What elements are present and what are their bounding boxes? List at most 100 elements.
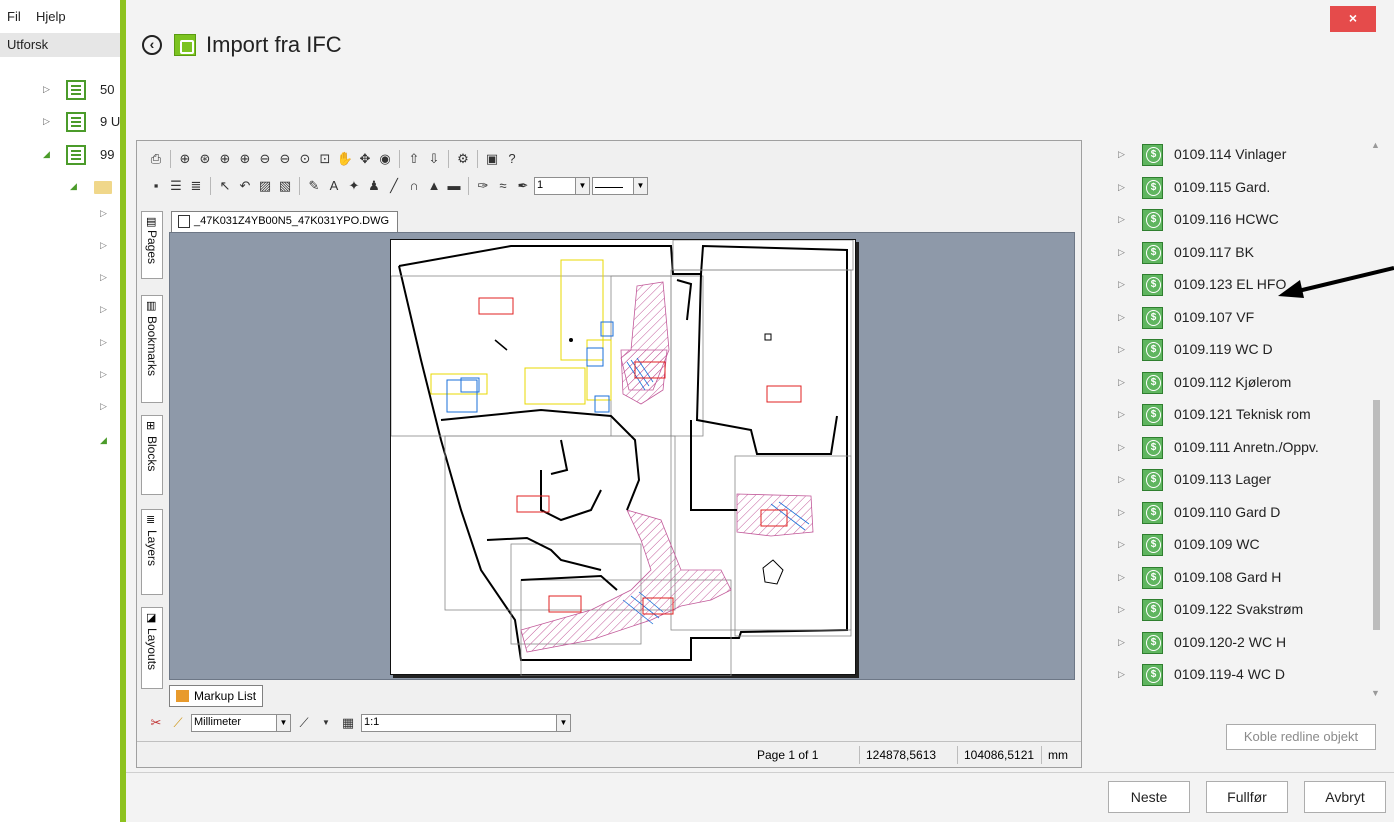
- tree-item[interactable]: ▷ 50: [0, 80, 125, 100]
- expand-arrow-icon[interactable]: ▷: [100, 401, 107, 412]
- line-color-icon[interactable]: ✑: [474, 177, 492, 195]
- expand-arrow-icon[interactable]: ▷: [1118, 442, 1125, 453]
- room-tree-list[interactable]: ▷ 0109.114 Vinlager ▷ 0109.115 Gard. ▷ 0109.1…: [1102, 140, 1384, 702]
- undo-icon[interactable]: ↶: [236, 177, 254, 195]
- select-icon[interactable]: ↖: [216, 177, 234, 195]
- room-list-item[interactable]: ▷ 0109.110 Gard D: [1118, 498, 1358, 530]
- close-button[interactable]: ×: [1330, 6, 1376, 32]
- tree-item[interactable]: ▷ 9 U: [0, 112, 125, 132]
- fill-color-icon[interactable]: ▬: [445, 177, 463, 195]
- collapse-arrow-icon[interactable]: ◢: [100, 435, 107, 446]
- unit-select[interactable]: Millimeter ▼: [191, 714, 291, 732]
- room-list-scrollbar[interactable]: ▲ ▼: [1366, 140, 1384, 702]
- tab-layers[interactable]: ≣ Layers: [141, 509, 163, 595]
- expand-arrow-icon[interactable]: ▷: [1118, 572, 1125, 583]
- cancel-button[interactable]: Avbryt: [1304, 781, 1386, 813]
- collapse-arrow-icon[interactable]: ◢: [43, 149, 50, 160]
- zoom-in-icon[interactable]: ⊕: [236, 150, 254, 168]
- room-list-item[interactable]: ▷ 0109.112 Kjølerom: [1118, 368, 1358, 400]
- properties-icon[interactable]: ☰: [167, 177, 185, 195]
- measure-settings-icon[interactable]: ✂: [147, 714, 165, 732]
- expand-arrow-icon[interactable]: ▷: [100, 240, 107, 251]
- line-icon[interactable]: ╱: [385, 177, 403, 195]
- stamp-icon[interactable]: ▨: [256, 177, 274, 195]
- expand-arrow-icon[interactable]: ▷: [100, 272, 107, 283]
- lineweight-select[interactable]: 1 ▼: [534, 177, 590, 195]
- expand-arrow-icon[interactable]: ▷: [100, 304, 107, 315]
- tab-blocks[interactable]: ⊞ Blocks: [141, 415, 163, 495]
- text-icon[interactable]: A: [325, 177, 343, 195]
- expand-arrow-icon[interactable]: ▷: [1118, 214, 1125, 225]
- expand-arrow-icon[interactable]: ▷: [100, 337, 107, 348]
- room-list-item[interactable]: ▷ 0109.108 Gard H: [1118, 563, 1358, 595]
- room-list-item[interactable]: ▷ 0109.120-2 WC H: [1118, 628, 1358, 660]
- menu-help[interactable]: Hjelp: [36, 9, 66, 24]
- help-icon[interactable]: ?: [503, 150, 521, 168]
- tree-item[interactable]: ◢: [0, 177, 125, 197]
- room-list-item[interactable]: ▷ 0109.116 HCWC: [1118, 205, 1358, 237]
- zoom-out-icon[interactable]: ⊖: [276, 150, 294, 168]
- line-style-icon[interactable]: ≈: [494, 177, 512, 195]
- shape-icon[interactable]: ▲: [425, 177, 443, 195]
- expand-arrow-icon[interactable]: ▷: [100, 369, 107, 380]
- expand-arrow-icon[interactable]: ▷: [1118, 149, 1125, 160]
- tree-item[interactable]: ◢ 99: [0, 145, 125, 165]
- last-page-icon[interactable]: ⇩: [425, 150, 443, 168]
- scroll-thumb[interactable]: [1373, 400, 1380, 630]
- expand-arrow-icon[interactable]: ▷: [1118, 279, 1125, 290]
- pan-hand-icon[interactable]: ✋: [336, 150, 354, 168]
- finish-button[interactable]: Fullfør: [1206, 781, 1288, 813]
- zoom-in-icon[interactable]: ⊕: [216, 150, 234, 168]
- calibrate-icon[interactable]: ⟋: [295, 714, 313, 732]
- room-list-item[interactable]: ▷ 0109.121 Teknisk rom: [1118, 400, 1358, 432]
- expand-arrow-icon[interactable]: ▷: [1118, 637, 1125, 648]
- tab-pages[interactable]: ▤ Pages: [141, 211, 163, 279]
- room-list-item[interactable]: ▷ 0109.115 Gard.: [1118, 173, 1358, 205]
- zoom-extents-icon[interactable]: ⊙: [296, 150, 314, 168]
- room-list-item[interactable]: ▷ 0109.119 WC D: [1118, 335, 1358, 367]
- drawing-sheet[interactable]: [390, 239, 856, 677]
- expand-arrow-icon[interactable]: ▷: [43, 84, 50, 95]
- render-icon[interactable]: ◉: [376, 150, 394, 168]
- curve-icon[interactable]: ∩: [405, 177, 423, 195]
- back-arrow-icon[interactable]: ‹: [142, 35, 162, 55]
- expand-arrow-icon[interactable]: ▷: [100, 208, 107, 219]
- zoom-out-icon[interactable]: ⊖: [256, 150, 274, 168]
- expand-arrow-icon[interactable]: ▷: [1118, 377, 1125, 388]
- room-list-item[interactable]: ▷ 0109.107 VF: [1118, 303, 1358, 335]
- ruler-icon[interactable]: ⟋: [169, 714, 187, 732]
- tab-bookmarks[interactable]: ▥ Bookmarks: [141, 295, 163, 403]
- zoom-in-icon[interactable]: ⊕: [176, 150, 194, 168]
- line-width-icon[interactable]: ✒: [514, 177, 532, 195]
- expand-arrow-icon[interactable]: ▷: [1118, 409, 1125, 420]
- expand-arrow-icon[interactable]: ▷: [1118, 474, 1125, 485]
- room-list-item[interactable]: ▷ 0109.122 Svakstrøm: [1118, 595, 1358, 627]
- expand-arrow-icon[interactable]: ▷: [1118, 669, 1125, 680]
- scroll-down-icon[interactable]: ▼: [1371, 688, 1380, 698]
- expand-arrow-icon[interactable]: ▷: [1118, 182, 1125, 193]
- collapse-arrow-icon[interactable]: ◢: [70, 181, 77, 192]
- linetype-select[interactable]: ▼: [592, 177, 648, 195]
- room-list-item[interactable]: ▷ 0109.113 Lager: [1118, 465, 1358, 497]
- compare-icon[interactable]: ▣: [483, 150, 501, 168]
- scale-select[interactable]: 1:1 ▼: [361, 714, 571, 732]
- menu-file[interactable]: Fil: [7, 9, 21, 24]
- next-button[interactable]: Neste: [1108, 781, 1190, 813]
- expand-arrow-icon[interactable]: ▷: [43, 116, 50, 127]
- save-icon[interactable]: ▪: [147, 177, 165, 195]
- tab-layouts[interactable]: ◪ Layouts: [141, 607, 163, 689]
- zoom-previous-icon[interactable]: ⊡: [316, 150, 334, 168]
- expand-arrow-icon[interactable]: ▷: [1118, 344, 1125, 355]
- zoom-window-icon[interactable]: ⊛: [196, 150, 214, 168]
- chevron-down-icon[interactable]: ▼: [317, 714, 335, 732]
- expand-arrow-icon[interactable]: ▷: [1118, 507, 1125, 518]
- expand-arrow-icon[interactable]: ▷: [1118, 539, 1125, 550]
- expand-arrow-icon[interactable]: ▷: [1118, 247, 1125, 258]
- explore-tab[interactable]: Utforsk: [0, 33, 122, 57]
- first-page-icon[interactable]: ⇧: [405, 150, 423, 168]
- layers-icon[interactable]: ≣: [187, 177, 205, 195]
- link-redline-button[interactable]: Koble redline objekt: [1226, 724, 1376, 750]
- scale-icon[interactable]: ▦: [339, 714, 357, 732]
- drawing-canvas[interactable]: [169, 232, 1075, 680]
- expand-arrow-icon[interactable]: ▷: [1118, 312, 1125, 323]
